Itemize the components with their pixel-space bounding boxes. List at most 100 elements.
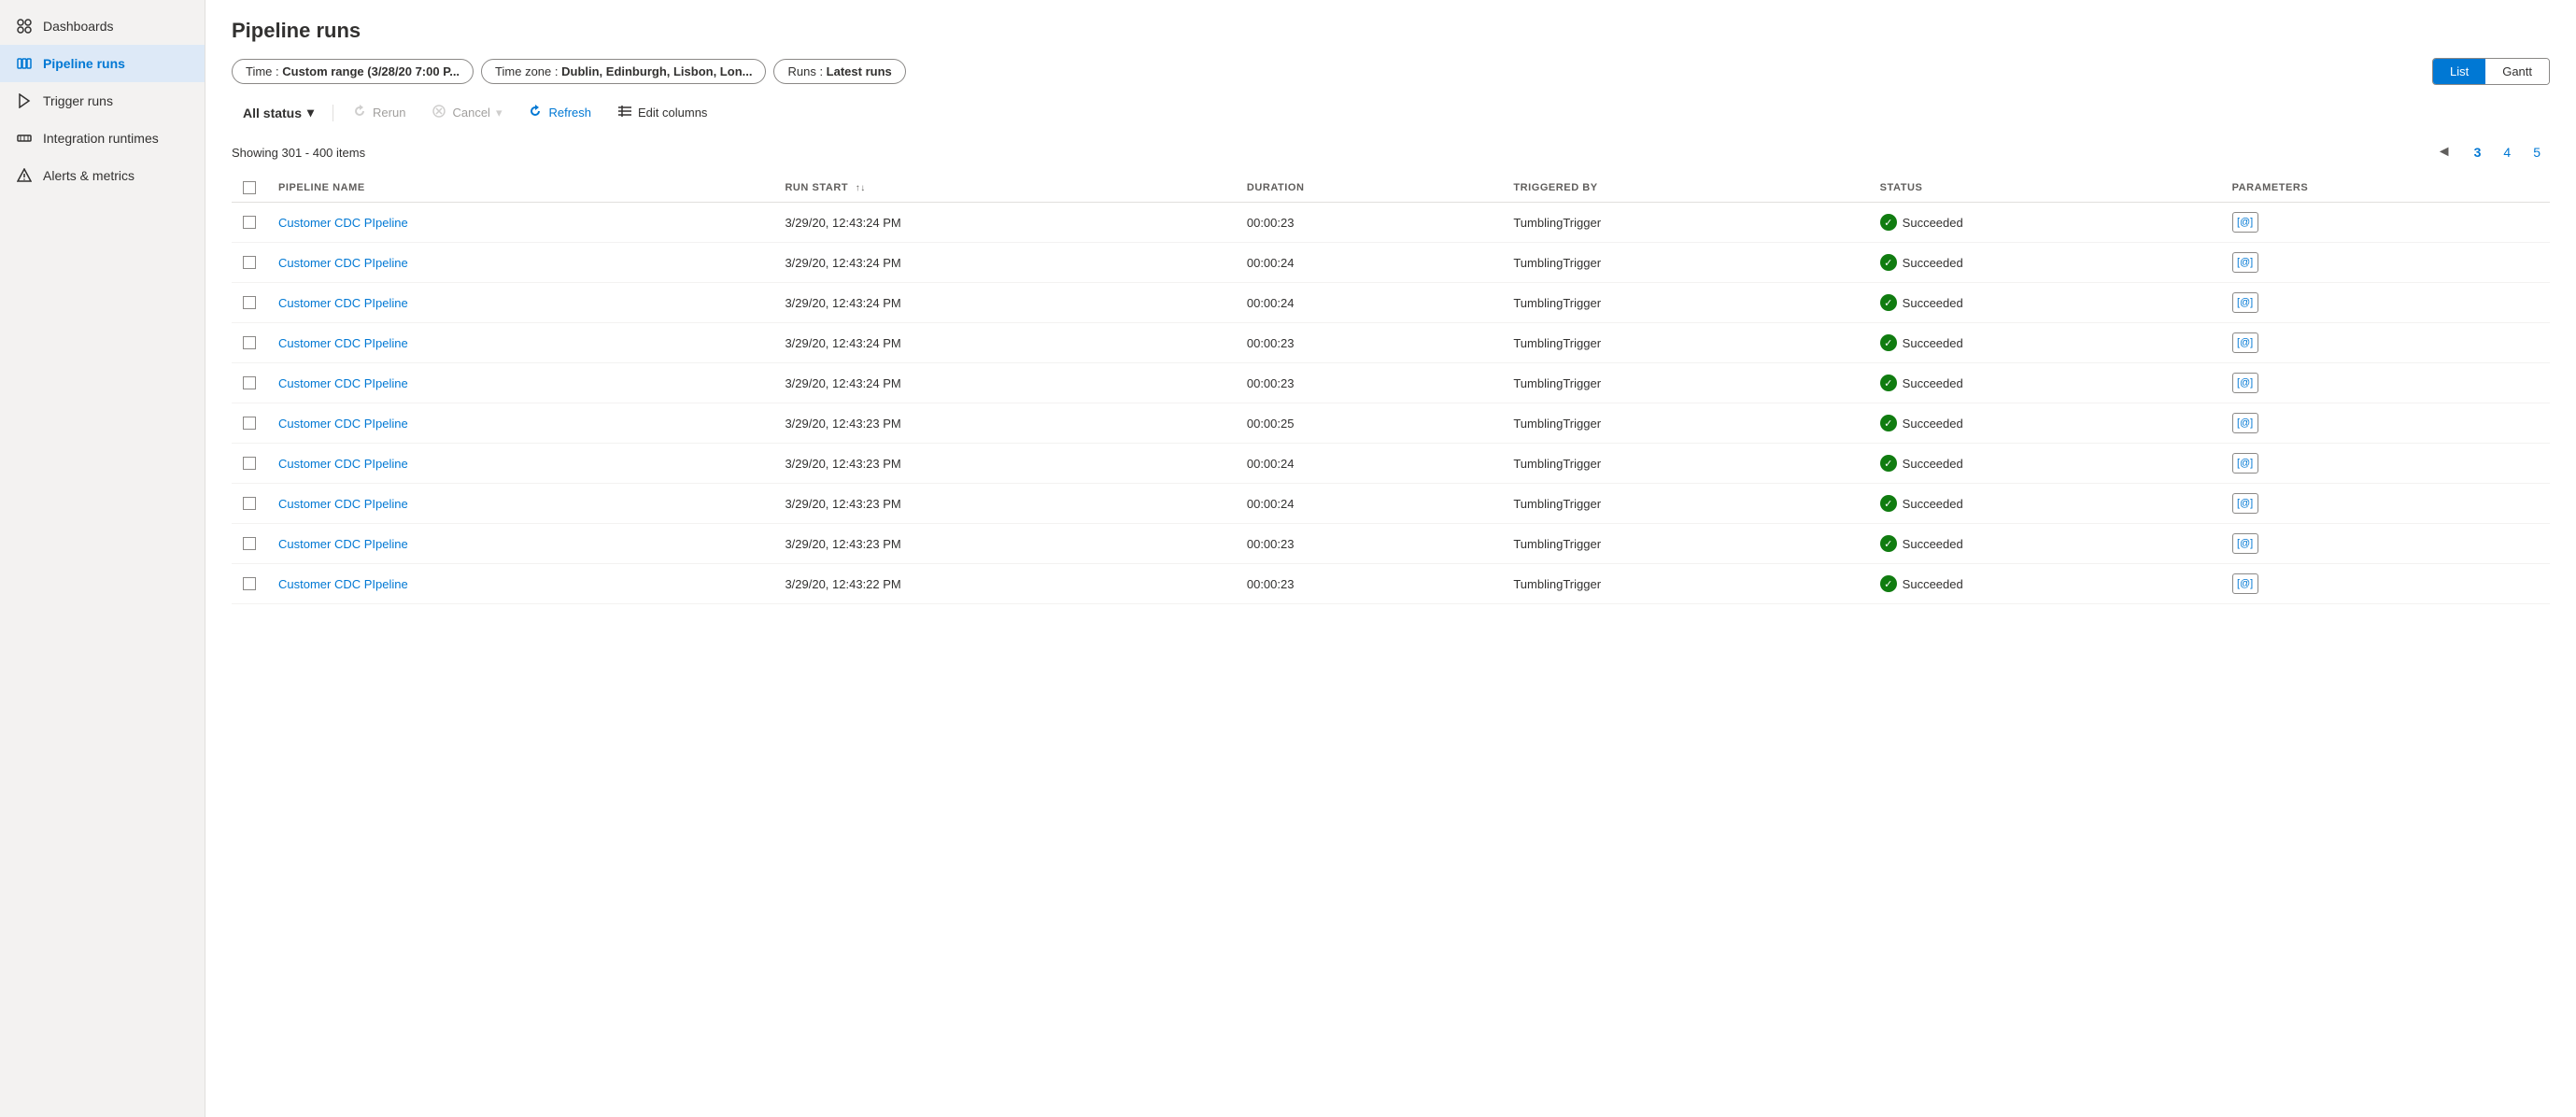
row-checkbox[interactable] <box>243 216 256 229</box>
page-5-button[interactable]: 5 <box>2524 141 2550 163</box>
page-4-button[interactable]: 4 <box>2494 141 2520 163</box>
parameters-icon[interactable]: [@] <box>2232 373 2258 393</box>
integration-icon <box>15 129 34 148</box>
row-checkbox[interactable] <box>243 577 256 590</box>
status-cell: ✓ Succeeded <box>1869 243 2221 283</box>
sidebar-item-trigger-runs[interactable]: Trigger runs <box>0 82 205 120</box>
time-filter[interactable]: Time : Custom range (3/28/20 7:00 P... <box>232 59 474 84</box>
sidebar-item-label: Pipeline runs <box>43 56 125 71</box>
run-start-cell: 3/29/20, 12:43:23 PM <box>773 444 1235 484</box>
status-label: Succeeded <box>1903 537 1963 551</box>
table-container: PIPELINE NAME RUN START ↑↓ DURATION TRIG… <box>232 174 2550 1098</box>
parameters-icon[interactable]: [@] <box>2232 493 2258 514</box>
pipeline-name-link[interactable]: Customer CDC PIpeline <box>278 256 408 270</box>
row-checkbox[interactable] <box>243 256 256 269</box>
dashboard-icon <box>15 17 34 35</box>
pipeline-name-link[interactable]: Customer CDC PIpeline <box>278 537 408 551</box>
parameters-icon[interactable]: [@] <box>2232 252 2258 273</box>
pipeline-name-link[interactable]: Customer CDC PIpeline <box>278 376 408 390</box>
refresh-label: Refresh <box>548 106 591 120</box>
timezone-filter-value: Dublin, Edinburgh, Lisbon, Lon... <box>561 64 752 78</box>
run-start-cell: 3/29/20, 12:43:22 PM <box>773 564 1235 604</box>
status-check-icon: ✓ <box>1880 535 1897 552</box>
sidebar-item-label: Alerts & metrics <box>43 168 134 183</box>
row-checkbox[interactable] <box>243 336 256 349</box>
row-checkbox[interactable] <box>243 537 256 550</box>
parameters-cell: [@] <box>2221 363 2550 403</box>
table-row: Customer CDC PIpeline 3/29/20, 12:43:24 … <box>232 203 2550 243</box>
parameters-cell: [@] <box>2221 283 2550 323</box>
status-check-icon: ✓ <box>1880 575 1897 592</box>
pipeline-name-link[interactable]: Customer CDC PIpeline <box>278 497 408 511</box>
parameters-icon[interactable]: [@] <box>2232 533 2258 554</box>
duration-cell: 00:00:24 <box>1236 243 1502 283</box>
sidebar-item-label: Trigger runs <box>43 93 113 108</box>
duration-cell: 00:00:23 <box>1236 524 1502 564</box>
main-content: Pipeline runs Time : Custom range (3/28/… <box>205 0 2576 1117</box>
row-checkbox[interactable] <box>243 457 256 470</box>
row-checkbox-cell <box>232 363 267 403</box>
row-checkbox-cell <box>232 524 267 564</box>
row-checkbox[interactable] <box>243 296 256 309</box>
triggered-by-header: TRIGGERED BY <box>1502 174 1868 203</box>
select-all-checkbox[interactable] <box>243 181 256 194</box>
sidebar-item-dashboards[interactable]: Dashboards <box>0 7 205 45</box>
table-row: Customer CDC PIpeline 3/29/20, 12:43:24 … <box>232 283 2550 323</box>
status-check-icon: ✓ <box>1880 334 1897 351</box>
parameters-icon[interactable]: [@] <box>2232 212 2258 233</box>
runs-filter-label: Runs <box>787 64 815 78</box>
parameters-icon[interactable]: [@] <box>2232 453 2258 474</box>
status-cell: ✓ Succeeded <box>1869 403 2221 444</box>
table-row: Customer CDC PIpeline 3/29/20, 12:43:24 … <box>232 243 2550 283</box>
table-row: Customer CDC PIpeline 3/29/20, 12:43:22 … <box>232 564 2550 604</box>
run-start-header[interactable]: RUN START ↑↓ <box>773 174 1235 203</box>
parameters-icon[interactable]: [@] <box>2232 413 2258 433</box>
table-row: Customer CDC PIpeline 3/29/20, 12:43:23 … <box>232 444 2550 484</box>
parameters-icon[interactable]: [@] <box>2232 573 2258 594</box>
list-view-button[interactable]: List <box>2433 59 2485 84</box>
time-filter-label: Time <box>246 64 272 78</box>
gantt-view-button[interactable]: Gantt <box>2485 59 2549 84</box>
row-checkbox-cell <box>232 243 267 283</box>
status-check-icon: ✓ <box>1880 214 1897 231</box>
cancel-chevron-icon: ▾ <box>496 106 502 120</box>
runs-filter[interactable]: Runs : Latest runs <box>773 59 905 84</box>
pipeline-name-link[interactable]: Customer CDC PIpeline <box>278 296 408 310</box>
rerun-icon <box>352 104 367 121</box>
edit-columns-button[interactable]: Edit columns <box>606 98 718 127</box>
pipeline-name-link[interactable]: Customer CDC PIpeline <box>278 457 408 471</box>
sidebar-item-pipeline-runs[interactable]: Pipeline runs <box>0 45 205 82</box>
prev-page-button[interactable]: ◄ <box>2427 140 2461 164</box>
sidebar-item-alerts-metrics[interactable]: Alerts & metrics <box>0 157 205 194</box>
pipeline-name-cell: Customer CDC PIpeline <box>267 203 773 243</box>
sidebar-item-integration-runtimes[interactable]: Integration runtimes <box>0 120 205 157</box>
pipeline-name-link[interactable]: Customer CDC PIpeline <box>278 417 408 431</box>
table-row: Customer CDC PIpeline 3/29/20, 12:43:24 … <box>232 323 2550 363</box>
parameters-cell: [@] <box>2221 524 2550 564</box>
status-cell: ✓ Succeeded <box>1869 444 2221 484</box>
duration-cell: 00:00:24 <box>1236 283 1502 323</box>
pipeline-name-link[interactable]: Customer CDC PIpeline <box>278 216 408 230</box>
parameters-cell: [@] <box>2221 484 2550 524</box>
row-checkbox-cell <box>232 484 267 524</box>
row-checkbox[interactable] <box>243 417 256 430</box>
timezone-filter[interactable]: Time zone : Dublin, Edinburgh, Lisbon, L… <box>481 59 766 84</box>
page-3-button[interactable]: 3 <box>2465 141 2491 163</box>
pipeline-name-link[interactable]: Customer CDC PIpeline <box>278 577 408 591</box>
parameters-icon[interactable]: [@] <box>2232 332 2258 353</box>
row-checkbox[interactable] <box>243 376 256 389</box>
parameters-icon[interactable]: [@] <box>2232 292 2258 313</box>
pipeline-name-link[interactable]: Customer CDC PIpeline <box>278 336 408 350</box>
pipeline-name-cell: Customer CDC PIpeline <box>267 243 773 283</box>
table-row: Customer CDC PIpeline 3/29/20, 12:43:24 … <box>232 363 2550 403</box>
rerun-button[interactable]: Rerun <box>341 98 417 127</box>
status-filter-dropdown[interactable]: All status ▾ <box>232 99 325 126</box>
duration-cell: 00:00:24 <box>1236 484 1502 524</box>
run-start-cell: 3/29/20, 12:43:24 PM <box>773 243 1235 283</box>
cancel-button[interactable]: Cancel ▾ <box>420 98 513 127</box>
triggered-by-cell: TumblingTrigger <box>1502 444 1868 484</box>
pipeline-icon <box>15 54 34 73</box>
refresh-button[interactable]: Refresh <box>517 98 602 127</box>
row-checkbox[interactable] <box>243 497 256 510</box>
pipeline-name-cell: Customer CDC PIpeline <box>267 484 773 524</box>
